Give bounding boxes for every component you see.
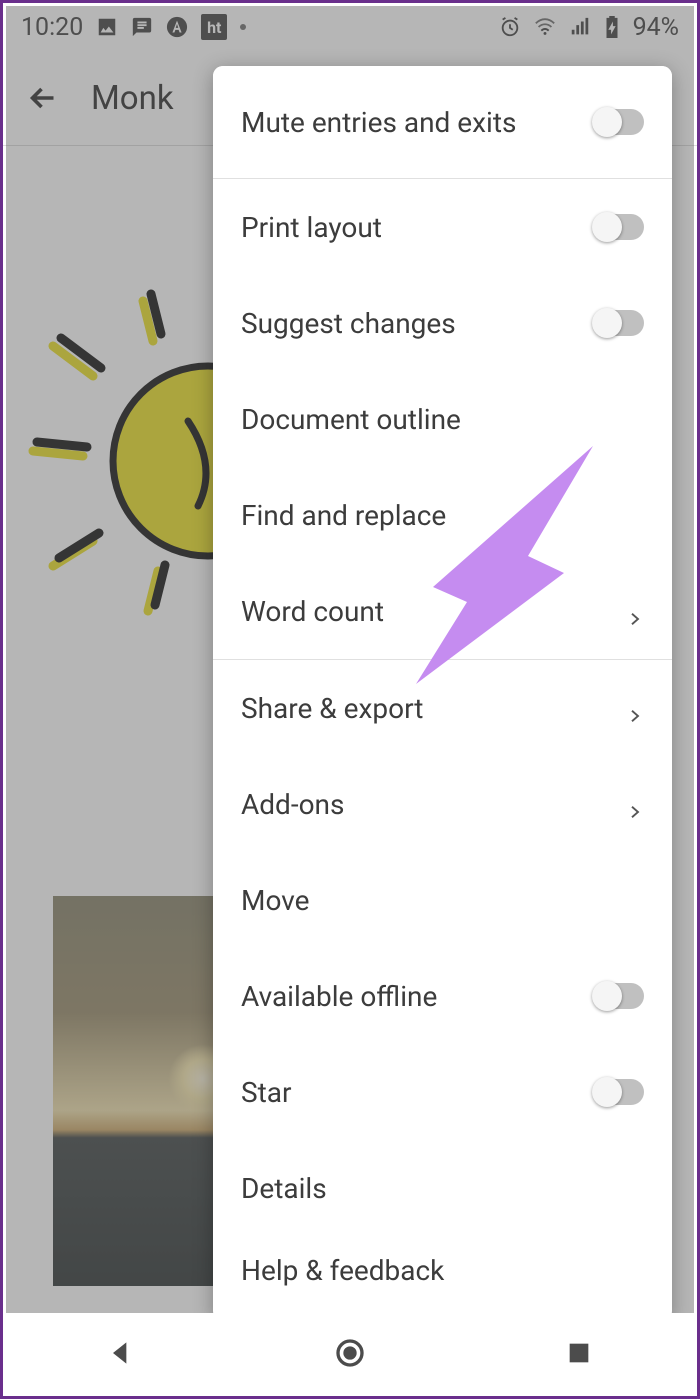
app-ht-icon: ht: [201, 14, 227, 40]
menu-suggest-changes[interactable]: Suggest changes: [213, 275, 672, 371]
nav-back-icon[interactable]: [105, 1337, 137, 1369]
menu-label: Suggest changes: [241, 307, 456, 340]
menu-label: Document outline: [241, 403, 461, 436]
alarm-icon: [499, 16, 521, 38]
app-a-icon: [166, 16, 188, 38]
menu-label: Mute entries and exits: [241, 106, 516, 139]
menu-label: Help & feedback: [241, 1254, 444, 1287]
toggle-mute[interactable]: [594, 109, 644, 135]
menu-label: Add-ons: [241, 788, 344, 821]
chevron-right-icon: [626, 795, 644, 813]
menu-mute-entries[interactable]: Mute entries and exits: [213, 66, 672, 178]
toggle-offline[interactable]: [594, 983, 644, 1009]
back-icon[interactable]: [25, 80, 61, 116]
wifi-icon: [534, 16, 556, 38]
menu-label: Available offline: [241, 980, 437, 1013]
menu-label: Move: [241, 884, 309, 917]
menu-share-export[interactable]: Share & export: [213, 660, 672, 756]
menu-label: Share & export: [241, 692, 423, 725]
signal-icon: [569, 16, 591, 38]
menu-available-offline[interactable]: Available offline: [213, 948, 672, 1044]
document-title[interactable]: Monk: [91, 79, 174, 118]
menu-label: Details: [241, 1172, 327, 1205]
toggle-suggest[interactable]: [594, 310, 644, 336]
chat-icon: [131, 16, 153, 38]
chevron-right-icon: [626, 699, 644, 717]
status-time: 10:20: [21, 13, 83, 42]
nav-home-icon[interactable]: [334, 1337, 366, 1369]
menu-label: Print layout: [241, 211, 382, 244]
more-notifications-icon: [240, 24, 246, 30]
image-icon: [96, 16, 118, 38]
menu-star[interactable]: Star: [213, 1044, 672, 1140]
overflow-menu: Mute entries and exits Print layout Sugg…: [213, 66, 672, 1321]
menu-details[interactable]: Details: [213, 1140, 672, 1236]
menu-print-layout[interactable]: Print layout: [213, 179, 672, 275]
menu-move[interactable]: Move: [213, 852, 672, 948]
menu-help-feedback[interactable]: Help & feedback: [213, 1236, 672, 1296]
battery-icon: [604, 16, 620, 38]
menu-label: Star: [241, 1076, 292, 1109]
toggle-star[interactable]: [594, 1079, 644, 1105]
menu-word-count[interactable]: Word count: [213, 563, 672, 659]
system-nav-bar: [6, 1313, 694, 1393]
menu-document-outline[interactable]: Document outline: [213, 371, 672, 467]
menu-find-replace[interactable]: Find and replace: [213, 467, 672, 563]
chevron-right-icon: [626, 602, 644, 620]
menu-label: Word count: [241, 595, 384, 628]
status-battery: 94%: [633, 13, 679, 42]
menu-addons[interactable]: Add-ons: [213, 756, 672, 852]
status-bar: 10:20 ht 94%: [3, 3, 697, 51]
nav-recent-icon[interactable]: [563, 1337, 595, 1369]
menu-label: Find and replace: [241, 499, 446, 532]
toggle-print-layout[interactable]: [594, 214, 644, 240]
